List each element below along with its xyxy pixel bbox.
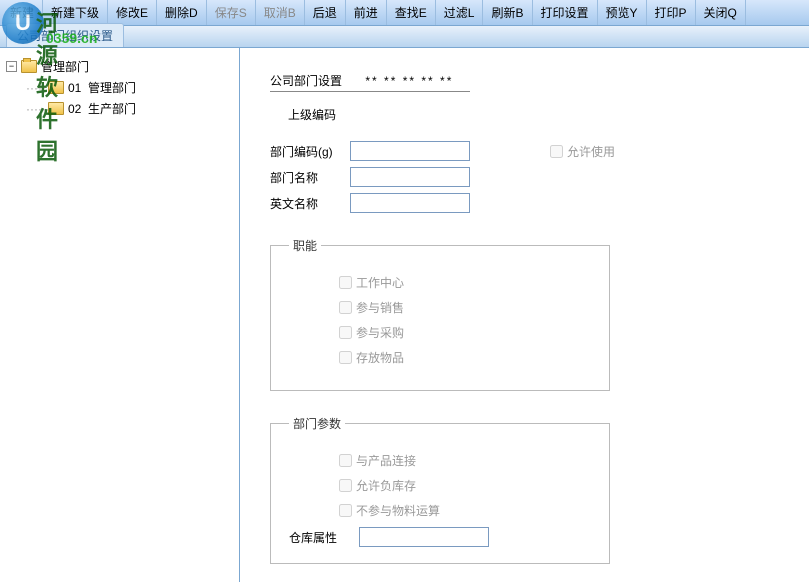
params-legend: 部门参数	[289, 415, 345, 432]
tree-node[interactable]: 01 管理部门	[26, 77, 233, 98]
toolbar-btn-6[interactable]: 后退	[305, 0, 346, 25]
form-title: 公司部门设置	[270, 72, 342, 89]
dept-code-label: 部门编码(g)	[270, 143, 350, 160]
form-panel: 公司部门设置 ** ** ** ** ** 上级编码 部门编码(g) 允许使用 …	[240, 48, 809, 582]
toolbar-btn-2[interactable]: 修改E	[108, 0, 157, 25]
param-checkbox-1[interactable]: 允许负库存	[339, 477, 591, 494]
toolbar-btn-5[interactable]: 取消B	[256, 0, 305, 25]
toolbar-btn-3[interactable]: 删除D	[157, 0, 207, 25]
folder-icon	[48, 102, 64, 115]
tree-node-label: 01 管理部门	[68, 79, 136, 96]
toolbar-btn-4[interactable]: 保存S	[207, 0, 256, 25]
allow-use-checkbox[interactable]: 允许使用	[550, 143, 615, 160]
tab-bar: 公司部门组织设置	[0, 26, 809, 48]
dept-name-label: 部门名称	[270, 169, 350, 186]
toolbar-btn-9[interactable]: 过滤L	[436, 0, 484, 25]
param-checkbox-2[interactable]: 不参与物料运算	[339, 502, 591, 519]
dept-ename-label: 英文名称	[270, 195, 350, 212]
tree-node-label: 02 生产部门	[68, 100, 136, 117]
warehouse-label: 仓库属性	[289, 529, 359, 546]
tree-root[interactable]: − 管理部门	[6, 56, 233, 77]
collapse-icon[interactable]: −	[6, 61, 17, 72]
toolbar-btn-10[interactable]: 刷新B	[483, 0, 532, 25]
folder-open-icon	[21, 60, 37, 73]
function-checkbox-2[interactable]: 参与采购	[339, 324, 591, 341]
dept-name-input[interactable]	[350, 167, 470, 187]
tree-node[interactable]: 02 生产部门	[26, 98, 233, 119]
function-checkbox-3[interactable]: 存放物品	[339, 349, 591, 366]
param-checkbox-0[interactable]: 与产品连接	[339, 452, 591, 469]
toolbar-btn-8[interactable]: 查找E	[387, 0, 436, 25]
warehouse-input[interactable]	[359, 527, 489, 547]
folder-icon	[48, 81, 64, 94]
tree-panel: − 管理部门 01 管理部门 02 生产部门	[0, 48, 240, 582]
tab-dept-settings[interactable]: 公司部门组织设置	[6, 23, 124, 47]
dept-code-input[interactable]	[350, 141, 470, 161]
toolbar-btn-0[interactable]: 新建	[2, 0, 43, 25]
toolbar-btn-12[interactable]: 预览Y	[598, 0, 647, 25]
dept-ename-input[interactable]	[350, 193, 470, 213]
form-stars: ** ** ** ** **	[365, 74, 453, 88]
allow-use-label: 允许使用	[567, 143, 615, 160]
tree-root-label: 管理部门	[41, 58, 89, 75]
toolbar-btn-7[interactable]: 前进	[346, 0, 387, 25]
parent-code-label: 上级编码	[288, 106, 779, 123]
toolbar-btn-11[interactable]: 打印设置	[533, 0, 598, 25]
functions-group: 职能 工作中心参与销售参与采购存放物品	[270, 237, 610, 391]
params-group: 部门参数 与产品连接允许负库存不参与物料运算 仓库属性	[270, 415, 610, 564]
toolbar-btn-13[interactable]: 打印P	[647, 0, 696, 25]
toolbar-btn-1[interactable]: 新建下级	[43, 0, 108, 25]
functions-legend: 职能	[289, 237, 321, 254]
toolbar-btn-14[interactable]: 关闭Q	[696, 0, 746, 25]
function-checkbox-1[interactable]: 参与销售	[339, 299, 591, 316]
function-checkbox-0[interactable]: 工作中心	[339, 274, 591, 291]
